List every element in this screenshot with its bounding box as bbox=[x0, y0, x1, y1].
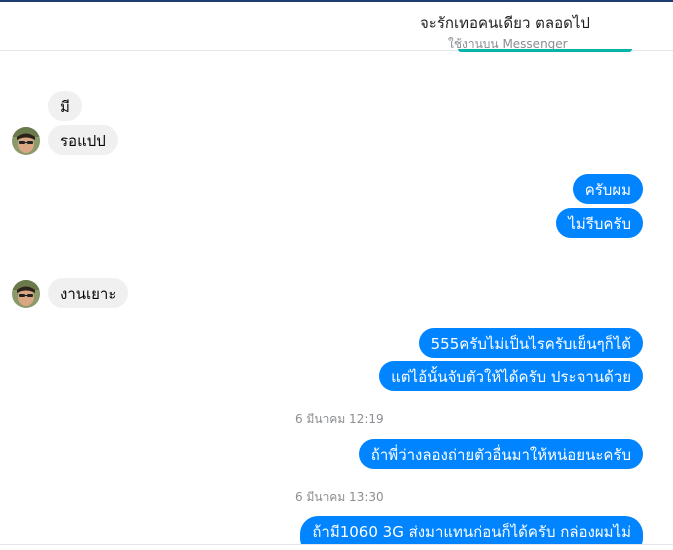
incoming-message[interactable]: มี bbox=[48, 91, 82, 121]
composer-divider bbox=[0, 544, 673, 550]
thread-scrollbar[interactable] bbox=[668, 51, 673, 544]
message-thread[interactable]: มี รอแปป ครับผม ไม่รีบครับ งานเยาะ 555คร… bbox=[0, 51, 673, 544]
message-timestamp: 6 มีนาคม 12:19 bbox=[295, 412, 384, 426]
message-timestamp: 6 มีนาคม 13:30 bbox=[295, 490, 384, 504]
outgoing-message[interactable]: ไม่รีบครับ bbox=[556, 208, 643, 238]
contact-avatar[interactable] bbox=[12, 127, 40, 155]
outgoing-message[interactable]: ถ้าพี่ว่างลองถ่ายตัวอื่นมาให้หน่อยนะครับ bbox=[358, 439, 643, 469]
conversation-header: จะรักเทอคนเดียว ตลอดไป ใช้งานบน Messenge… bbox=[0, 2, 673, 52]
outgoing-message[interactable]: ถ้ามี1060 3G ส่งมาแทนก่อนก็ได้ครับ กล่อง… bbox=[300, 516, 643, 544]
contact-avatar[interactable] bbox=[12, 280, 40, 308]
incoming-message[interactable]: รอแปป bbox=[48, 125, 118, 155]
outgoing-message[interactable]: 555ครับไม่เป็นไรครับเย็นๆก็ได้ bbox=[418, 328, 643, 358]
incoming-message[interactable]: งานเยาะ bbox=[48, 278, 129, 308]
outgoing-message[interactable]: แต่ไอ้นั้นจับตัวให้ได้ครับ ประจานด้วย bbox=[379, 361, 643, 391]
outgoing-message[interactable]: ครับผม bbox=[572, 174, 643, 204]
conversation-title[interactable]: จะรักเทอคนเดียว ตลอดไป bbox=[420, 11, 590, 35]
